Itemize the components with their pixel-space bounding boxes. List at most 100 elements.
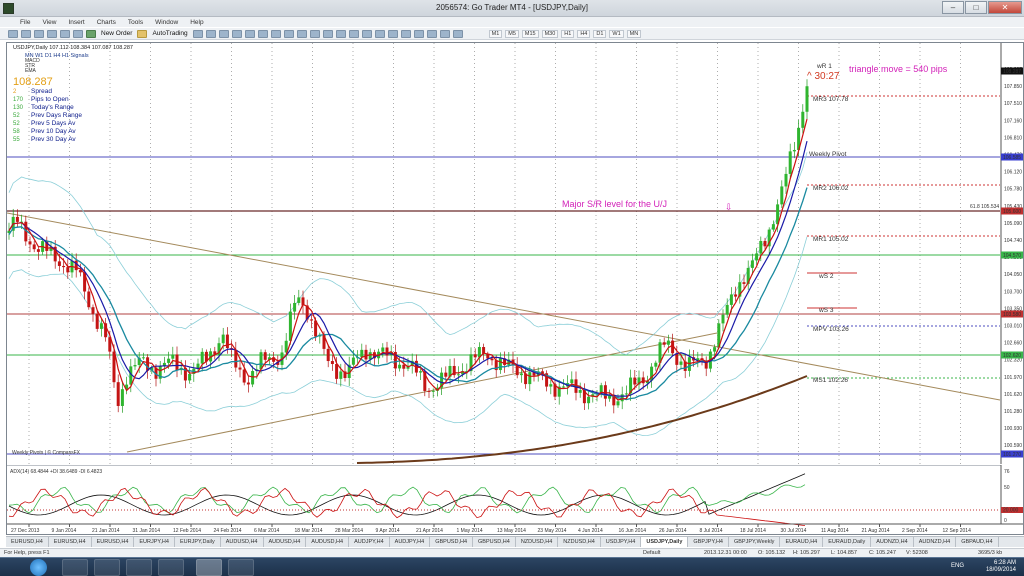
system-clock[interactable]: 6:28 AM 18/09/2014 bbox=[986, 560, 1016, 574]
symbol-tab[interactable]: EURAUD,H4 bbox=[780, 537, 824, 547]
start-button[interactable] bbox=[30, 559, 47, 576]
vertical-line-icon[interactable] bbox=[361, 29, 372, 38]
periods-icon[interactable] bbox=[309, 29, 320, 38]
symbol-tab[interactable]: GBPJPY,H4 bbox=[688, 537, 729, 547]
symbol-tab[interactable]: AUDUSD,H4 bbox=[221, 537, 264, 547]
candle-body bbox=[780, 186, 784, 205]
symbol-tab[interactable]: GBPAUD,H4 bbox=[956, 537, 999, 547]
fibonacci-icon[interactable] bbox=[413, 29, 424, 38]
price-axis-label: 102.660 bbox=[1004, 341, 1022, 347]
menu-tools[interactable]: Tools bbox=[128, 19, 143, 26]
mt4-taskbar-icon[interactable] bbox=[196, 559, 222, 576]
symbol-tab[interactable]: NZDUSD,H4 bbox=[558, 537, 601, 547]
data-window-icon[interactable] bbox=[47, 29, 57, 38]
menu-insert[interactable]: Insert bbox=[68, 19, 84, 26]
menu-view[interactable]: View bbox=[42, 19, 56, 26]
autoscroll-icon[interactable] bbox=[270, 29, 281, 38]
profiles-icon[interactable] bbox=[21, 29, 31, 38]
symbol-tab[interactable]: EURJPY,Daily bbox=[175, 537, 221, 547]
market-watch-icon[interactable] bbox=[34, 29, 44, 38]
candle-body bbox=[293, 302, 297, 312]
symbol-tab[interactable]: AUDJPY,H4 bbox=[390, 537, 431, 547]
chart-window[interactable]: triangle move = 540 pips Major S/R level… bbox=[6, 42, 1024, 535]
status-close: C: 105.247 bbox=[869, 550, 896, 556]
price-chart[interactable]: triangle move = 540 pips Major S/R level… bbox=[7, 43, 1023, 464]
indicators-icon[interactable] bbox=[296, 29, 307, 38]
symbol-tab[interactable]: AUDUSD,H4 bbox=[306, 537, 350, 547]
text-label-icon[interactable] bbox=[439, 29, 450, 38]
status-profile: Default bbox=[643, 550, 661, 556]
price-axis-label: 104.740 bbox=[1004, 238, 1022, 244]
symbol-tab[interactable]: AUDJPY,H4 bbox=[349, 537, 390, 547]
timeframe-h4[interactable]: H4 bbox=[577, 29, 591, 38]
autotrading-icon[interactable] bbox=[137, 29, 148, 38]
symbol-tab[interactable]: EURUSD,H4 bbox=[49, 537, 92, 547]
candle-body bbox=[242, 369, 246, 383]
zoom-in-icon[interactable] bbox=[231, 29, 242, 38]
adx-indicator-panel[interactable]: ADX(14) 68.4844 +DI 38.6489 -DI 6.4823 7… bbox=[7, 465, 1023, 536]
symbol-tab[interactable]: NZDUSD,H4 bbox=[516, 537, 559, 547]
outlook-taskbar-icon[interactable] bbox=[126, 559, 152, 576]
minimize-button[interactable]: – bbox=[942, 1, 964, 14]
timeframe-m15[interactable]: M15 bbox=[521, 29, 539, 38]
language-indicator[interactable]: ENG bbox=[951, 563, 964, 569]
symbol-tab[interactable]: EURJPY,H4 bbox=[134, 537, 175, 547]
explorer-taskbar-icon[interactable] bbox=[62, 559, 88, 576]
equidistant-channel-icon[interactable] bbox=[400, 29, 411, 38]
new-order-icon[interactable] bbox=[86, 29, 96, 38]
menu-bar: File View Insert Charts Tools Window Hel… bbox=[0, 17, 1024, 27]
new-order-button[interactable]: New Order bbox=[99, 30, 134, 37]
symbol-tab[interactable]: EURUSD,H4 bbox=[6, 537, 49, 547]
timeframe-m30[interactable]: M30 bbox=[541, 29, 559, 38]
menu-charts[interactable]: Charts bbox=[97, 19, 116, 26]
timeframe-mn[interactable]: MN bbox=[626, 29, 642, 38]
symbol-tab[interactable]: GBPJPY,Weekly bbox=[729, 537, 781, 547]
menu-file[interactable]: File bbox=[20, 19, 30, 26]
symbol-tab[interactable]: EURAUD,Daily bbox=[823, 537, 872, 547]
close-button[interactable]: ✕ bbox=[988, 1, 1022, 14]
bar-chart-icon[interactable] bbox=[192, 29, 203, 38]
symbol-tab[interactable]: EURUSD,H4 bbox=[92, 537, 135, 547]
candle-body bbox=[364, 349, 368, 360]
timeframe-h1[interactable]: H1 bbox=[561, 29, 575, 38]
trendline-icon[interactable] bbox=[387, 29, 398, 38]
tile-windows-icon[interactable] bbox=[257, 29, 268, 38]
symbol-tab[interactable]: GBPUSD,H4 bbox=[473, 537, 516, 547]
time-axis-label: 16 Jun 2014 bbox=[619, 528, 647, 534]
horizontal-line-icon[interactable] bbox=[374, 29, 385, 38]
cursor-icon[interactable] bbox=[335, 29, 346, 38]
candle-body bbox=[805, 86, 809, 112]
symbol-tab[interactable]: USDJPY,Daily bbox=[641, 537, 689, 547]
timeframe-w1[interactable]: W1 bbox=[609, 29, 624, 38]
candlestick-icon[interactable] bbox=[205, 29, 216, 38]
zoom-out-icon[interactable] bbox=[244, 29, 255, 38]
symbol-tab[interactable]: GBPUSD,H4 bbox=[430, 537, 474, 547]
window-controls: – □ ✕ bbox=[942, 1, 1022, 14]
terminal-icon[interactable] bbox=[73, 29, 83, 38]
symbol-tab[interactable]: AUDUSD,H4 bbox=[264, 537, 307, 547]
line-chart-icon[interactable] bbox=[218, 29, 229, 38]
autotrading-button[interactable]: AutoTrading bbox=[150, 30, 189, 37]
crosshair-icon[interactable] bbox=[348, 29, 359, 38]
symbol-tab[interactable]: USDJPY,H4 bbox=[601, 537, 642, 547]
templates-icon[interactable] bbox=[322, 29, 333, 38]
timeframe-d1[interactable]: D1 bbox=[593, 29, 607, 38]
navigator-icon[interactable] bbox=[60, 29, 70, 38]
chart-shift-icon[interactable] bbox=[283, 29, 294, 38]
candle-body bbox=[238, 367, 242, 370]
arrows-icon[interactable] bbox=[452, 29, 463, 38]
menu-help[interactable]: Help bbox=[190, 19, 203, 26]
text-tool-icon[interactable] bbox=[426, 29, 437, 38]
timeframe-m5[interactable]: M5 bbox=[505, 29, 519, 38]
candle-body bbox=[662, 342, 666, 345]
timeframe-m1[interactable]: M1 bbox=[488, 29, 503, 38]
symbol-tab[interactable]: AUDNZD,H4 bbox=[871, 537, 914, 547]
candle-body bbox=[528, 372, 532, 385]
menu-window[interactable]: Window bbox=[155, 19, 178, 26]
charts-taskbar-icon[interactable] bbox=[158, 559, 184, 576]
maximize-button[interactable]: □ bbox=[965, 1, 987, 14]
paint-taskbar-icon[interactable] bbox=[228, 559, 254, 576]
symbol-tab[interactable]: AUDNZD,H4 bbox=[914, 537, 957, 547]
chrome-taskbar-icon[interactable] bbox=[94, 559, 120, 576]
new-chart-icon[interactable] bbox=[8, 29, 18, 38]
